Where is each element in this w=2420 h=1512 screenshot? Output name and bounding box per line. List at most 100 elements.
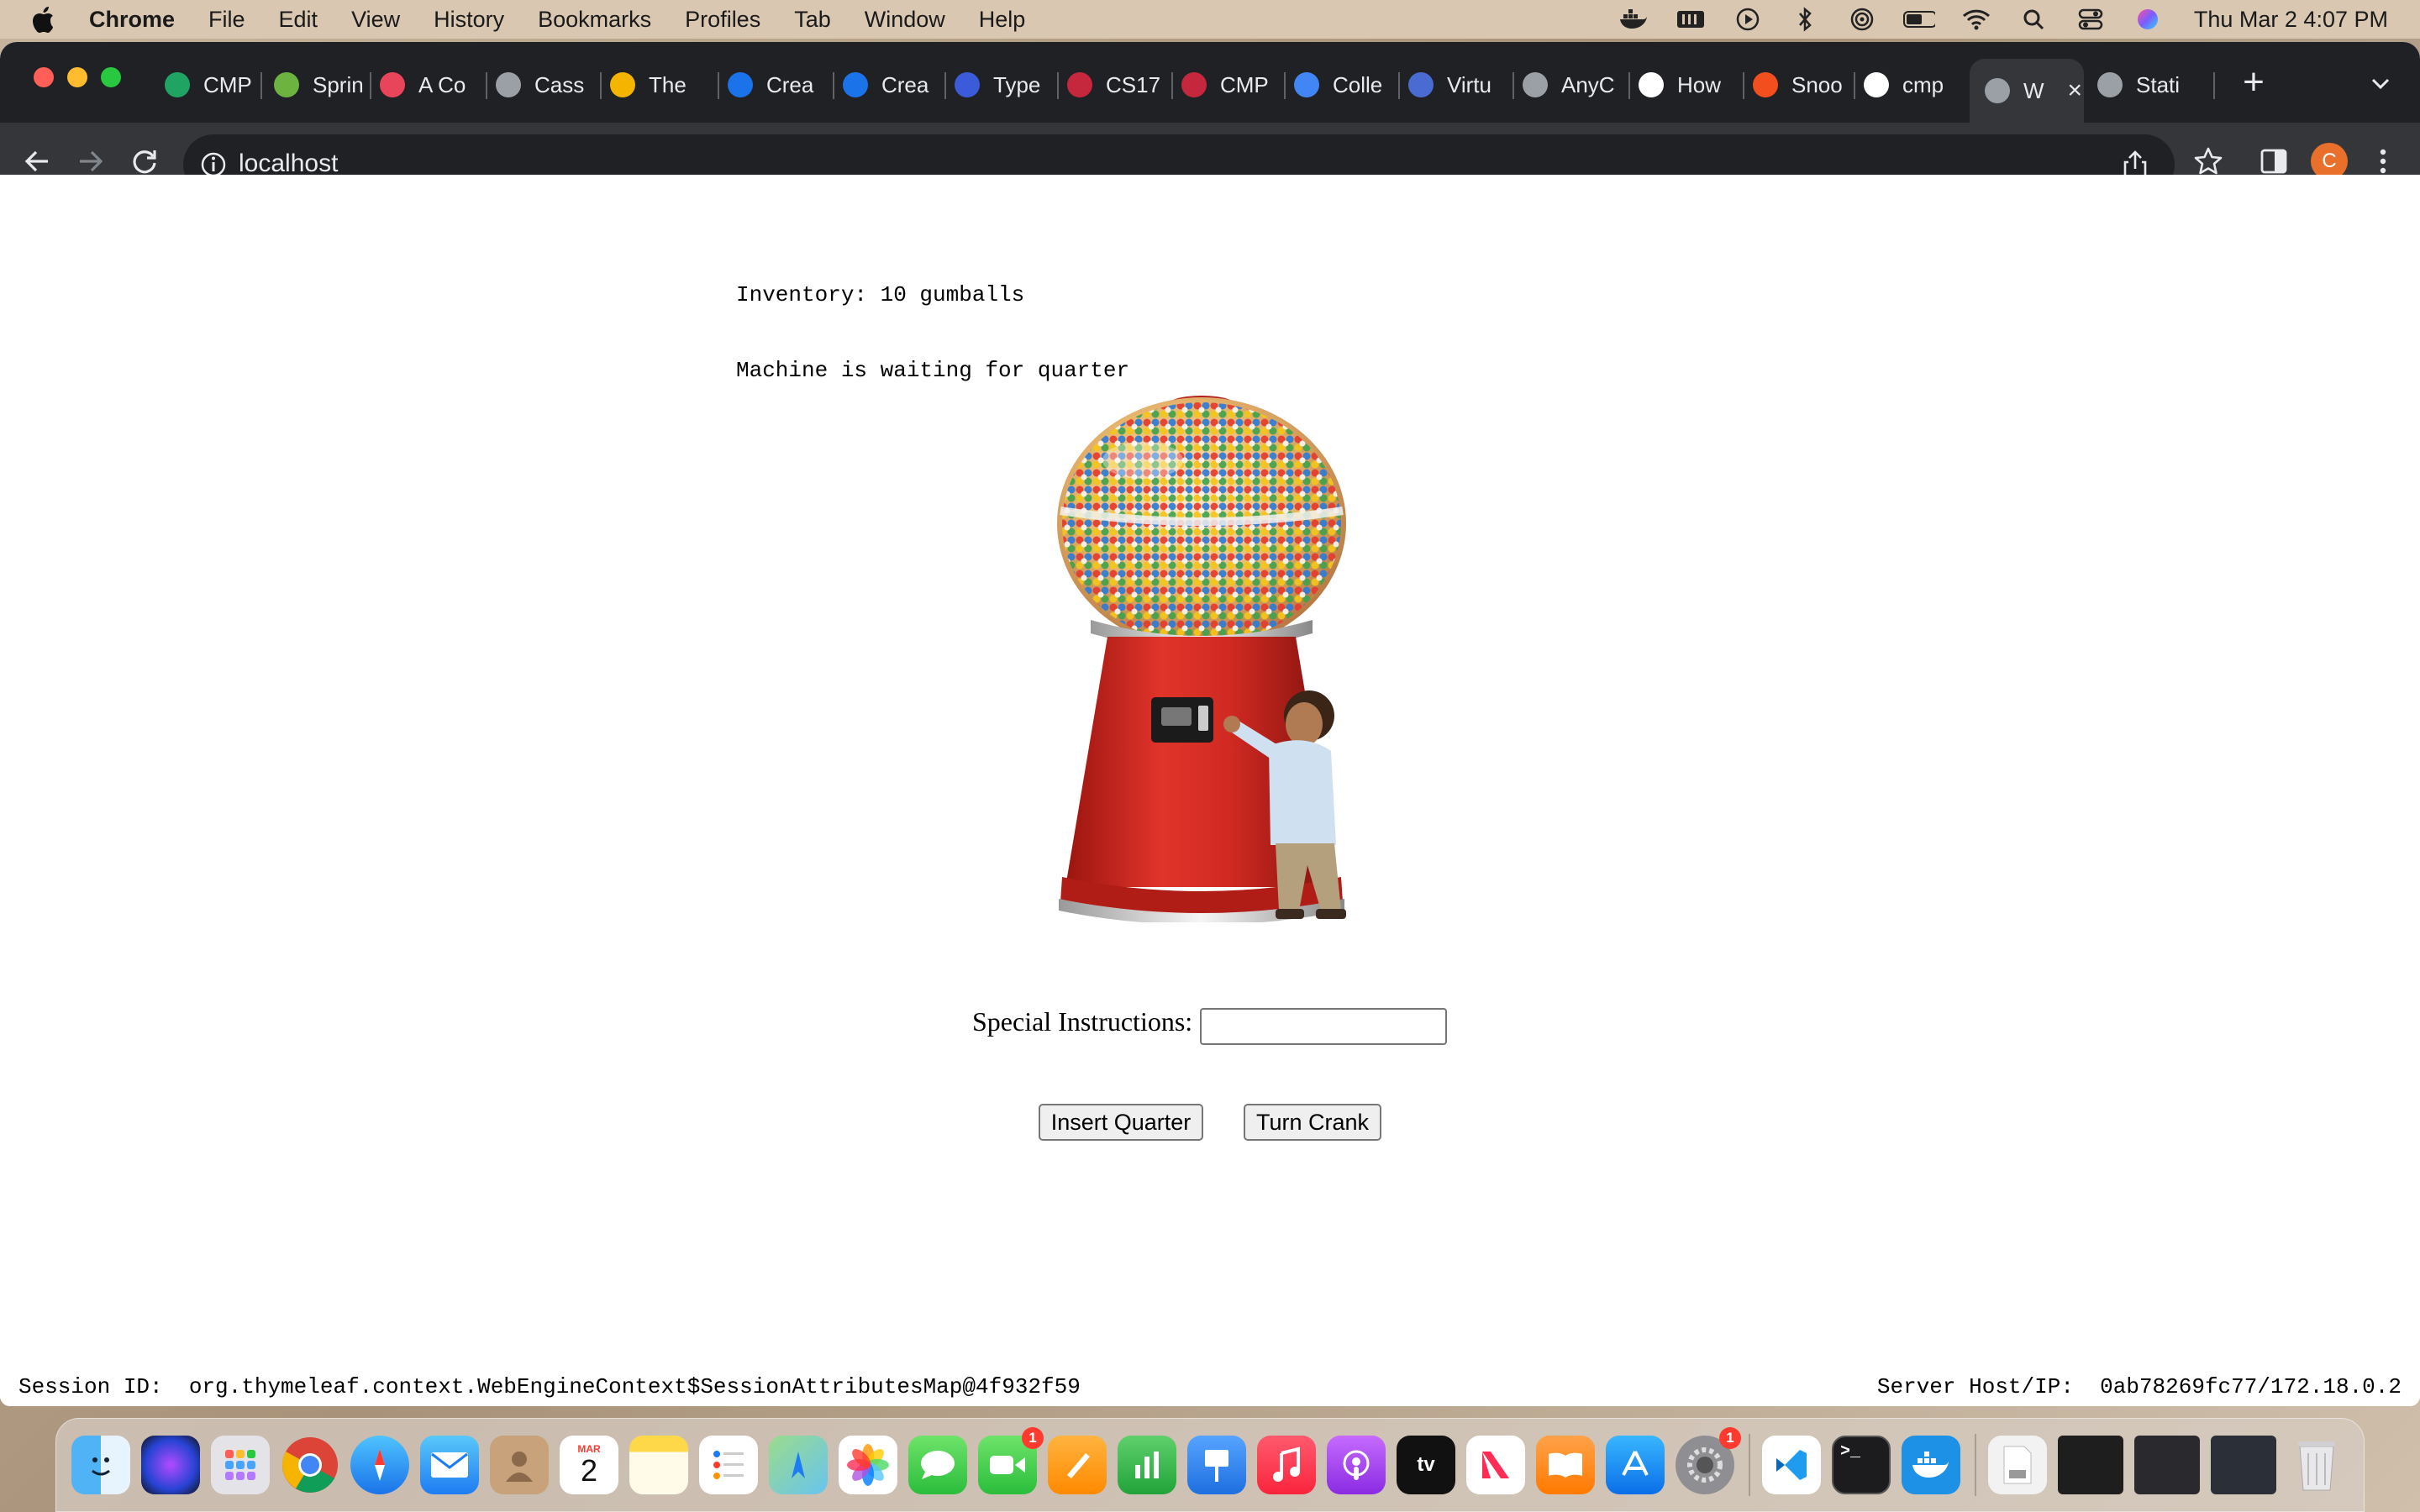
siri-icon[interactable]	[2132, 7, 2164, 32]
calendar-day: 2	[580, 1453, 598, 1488]
podcasts-icon[interactable]	[1327, 1436, 1386, 1494]
launchpad-icon[interactable]	[211, 1436, 270, 1494]
address-url[interactable]: localhost	[239, 150, 338, 178]
spotlight-icon[interactable]	[2018, 7, 2049, 32]
calendar-icon[interactable]: MAR 2	[560, 1436, 618, 1494]
tab-separator	[718, 72, 719, 99]
trash-icon[interactable]	[2287, 1436, 2346, 1494]
tab-4[interactable]: Cass	[496, 59, 602, 111]
numbers-icon[interactable]	[1118, 1436, 1176, 1494]
tab-12[interactable]: Virtu	[1408, 59, 1514, 111]
airdrop-icon[interactable]	[1846, 7, 1878, 32]
tab-label: CS17	[1106, 71, 1161, 97]
books-icon[interactable]	[1536, 1436, 1595, 1494]
news-icon[interactable]	[1466, 1436, 1525, 1494]
server-host-text: Server Host/IP: 0ab78269fc77/172.18.0.2	[1876, 1374, 2402, 1399]
menu-app-name[interactable]: Chrome	[89, 7, 175, 33]
turn-crank-button[interactable]: Turn Crank	[1244, 1104, 1381, 1141]
tab-strip: CMP Sprin A Co Cass The Crea Crea Type CS17 CMP Co…	[0, 42, 2420, 123]
tab-7[interactable]: Crea	[843, 59, 946, 111]
minimize-window-button[interactable]	[67, 67, 87, 87]
maps-icon[interactable]	[769, 1436, 828, 1494]
contacts-icon[interactable]	[490, 1436, 549, 1494]
docker-icon[interactable]	[1618, 7, 1649, 32]
app-store-icon[interactable]	[1606, 1436, 1665, 1494]
special-instructions-input[interactable]	[1200, 1008, 1447, 1045]
tab-17[interactable]: W ×	[1970, 59, 2084, 123]
tab-2[interactable]: Sprin	[274, 59, 371, 111]
terminal-icon[interactable]: >_	[1832, 1436, 1891, 1494]
vscode-icon[interactable]	[1762, 1436, 1821, 1494]
battery-icon[interactable]	[1902, 7, 1935, 32]
new-tab-button[interactable]: +	[2233, 61, 2274, 102]
downloads-stack-icon[interactable]	[1988, 1436, 2047, 1494]
tab-label: A Co	[418, 71, 466, 97]
insert-quarter-button[interactable]: Insert Quarter	[1039, 1104, 1203, 1141]
inventory-text: Inventory: 10 gumballs	[736, 282, 1025, 307]
tab-search-chevron-icon[interactable]	[2368, 71, 2393, 96]
apple-tv-icon[interactable]: tv	[1397, 1436, 1455, 1494]
reminders-icon[interactable]	[699, 1436, 758, 1494]
tab-label: W	[2023, 77, 2044, 103]
play-icon[interactable]	[1732, 7, 1764, 32]
menu-edit[interactable]: Edit	[279, 7, 318, 33]
tab-8[interactable]: Type	[955, 59, 1059, 111]
tab-16[interactable]: cmp	[1864, 59, 1975, 111]
tab-6[interactable]: Crea	[728, 59, 834, 111]
photos-icon[interactable]	[839, 1436, 897, 1494]
zoom-window-button[interactable]	[101, 67, 121, 87]
memory-icon[interactable]	[1675, 7, 1707, 32]
tab-label: Sprin	[313, 71, 364, 97]
menu-bookmarks[interactable]: Bookmarks	[538, 7, 651, 33]
window-thumbnail-vscode[interactable]	[2058, 1436, 2123, 1494]
facetime-icon[interactable]	[978, 1427, 1044, 1494]
close-tab-icon[interactable]: ×	[2068, 76, 2083, 105]
tab-5[interactable]: The	[610, 59, 719, 111]
tab-label: Crea	[881, 71, 929, 97]
tab-separator	[486, 72, 487, 99]
wifi-icon[interactable]	[1960, 7, 1992, 32]
apple-logo-icon[interactable]	[29, 4, 57, 34]
menu-view[interactable]: View	[351, 7, 400, 33]
menu-window[interactable]: Window	[865, 7, 945, 33]
tab-3[interactable]: A Co	[380, 59, 487, 111]
menu-history[interactable]: History	[434, 7, 504, 33]
window-thumbnail-chrome[interactable]	[2134, 1436, 2200, 1494]
mail-icon[interactable]	[420, 1436, 479, 1494]
music-icon[interactable]	[1257, 1436, 1316, 1494]
tab-10[interactable]: CMP	[1181, 59, 1286, 111]
special-instructions-label: Special Instructions:	[972, 1006, 1193, 1037]
bulb-icon	[1294, 72, 1319, 97]
window-thumbnail-docker[interactable]	[2211, 1436, 2276, 1494]
tab-14[interactable]: How	[1639, 59, 1744, 111]
safari-icon[interactable]	[350, 1436, 409, 1494]
siri-app-icon[interactable]	[141, 1436, 200, 1494]
messages-icon[interactable]	[908, 1436, 967, 1494]
system-preferences-icon[interactable]	[1676, 1427, 1741, 1494]
notes-icon[interactable]	[629, 1436, 688, 1494]
pages-icon[interactable]	[1048, 1436, 1107, 1494]
tab-18[interactable]: Stati	[2097, 59, 2215, 111]
keynote-icon[interactable]	[1187, 1436, 1246, 1494]
menu-file[interactable]: File	[208, 7, 245, 33]
tab-11[interactable]: Colle	[1294, 59, 1400, 111]
gear-red-icon	[1067, 72, 1092, 97]
tab-label: Snoo	[1791, 71, 1843, 97]
tab-separator	[1854, 72, 1855, 99]
bluetooth-icon[interactable]	[1789, 7, 1821, 32]
menu-profiles[interactable]: Profiles	[685, 7, 760, 33]
chrome-app-icon[interactable]	[281, 1436, 339, 1494]
docker-app-icon[interactable]	[1902, 1436, 1960, 1494]
control-center-icon[interactable]	[2075, 7, 2107, 32]
tab-13[interactable]: AnyC	[1523, 59, 1630, 111]
finder-icon[interactable]	[71, 1436, 130, 1494]
menu-help[interactable]: Help	[979, 7, 1026, 33]
tab-15[interactable]: Snoo	[1753, 59, 1855, 111]
tab-9[interactable]: CS17	[1067, 59, 1173, 111]
globe-icon	[496, 72, 521, 97]
menu-tab[interactable]: Tab	[794, 7, 831, 33]
close-window-button[interactable]	[34, 67, 54, 87]
tab-1[interactable]: CMP	[165, 59, 262, 111]
menu-clock[interactable]: Thu Mar 2 4:07 PM	[2194, 7, 2388, 33]
machine-state-text: Machine is waiting for quarter	[736, 358, 1130, 383]
